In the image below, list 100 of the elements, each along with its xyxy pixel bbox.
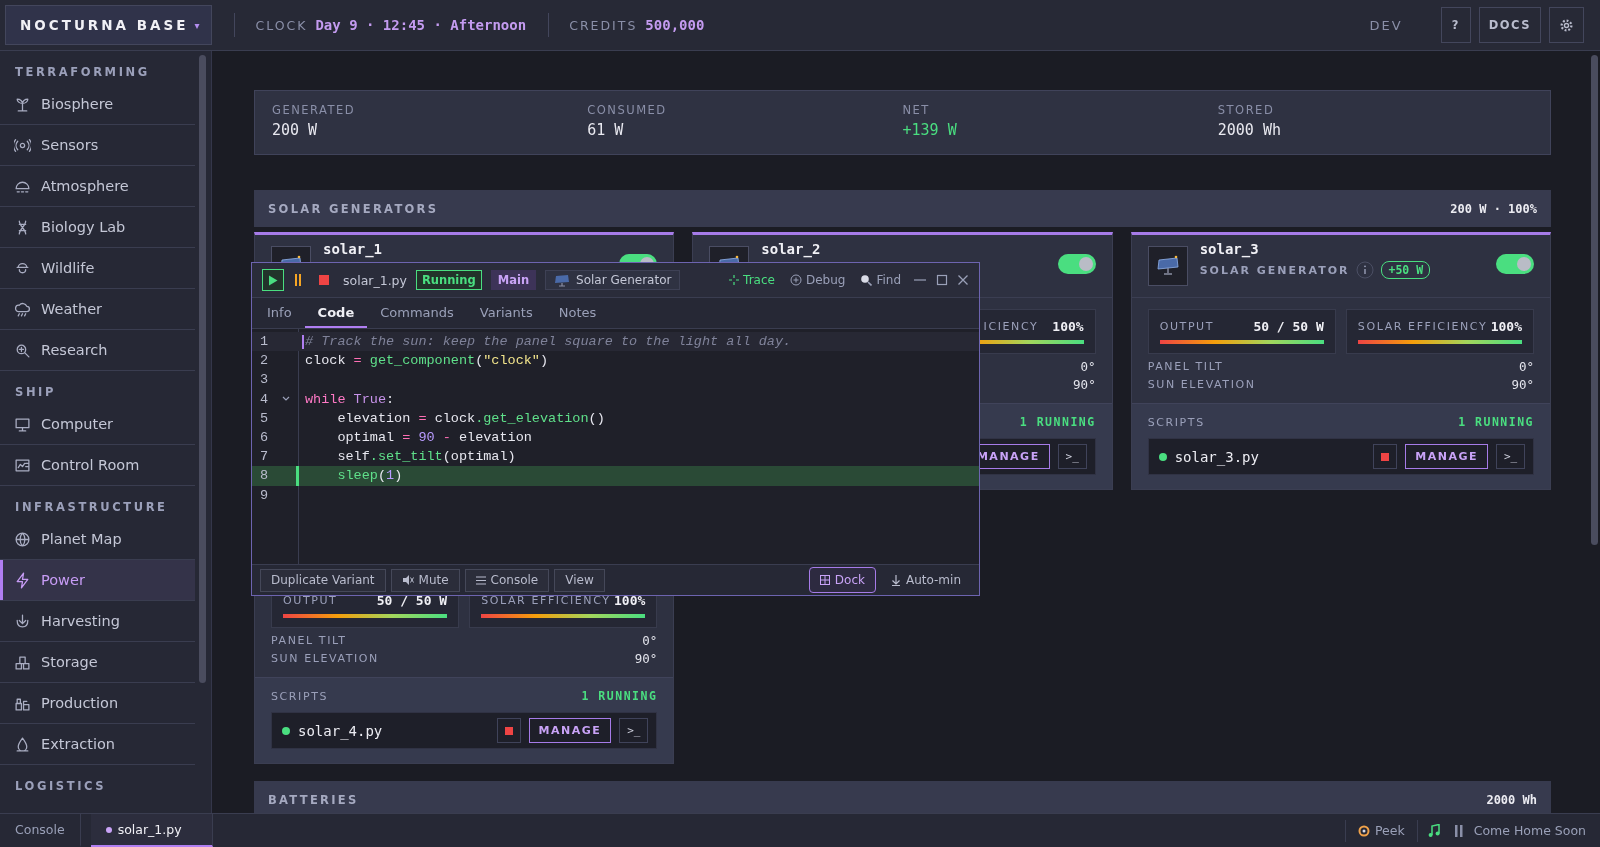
info-icon[interactable] <box>1356 261 1375 279</box>
stop-button[interactable] <box>1373 444 1398 469</box>
auto-minimize-button[interactable]: Auto-min <box>880 568 971 592</box>
reading-value: 0° <box>642 632 658 648</box>
line-number: 1 <box>259 334 270 350</box>
base-selector[interactable]: NOCTURNA BASE ▾ <box>5 5 213 45</box>
code-line: optimal = 90 - elevation <box>336 430 532 446</box>
script-filename: solar_1.py <box>343 272 407 288</box>
sidebar-item[interactable]: Storage <box>0 642 196 683</box>
stop-icon <box>504 726 513 735</box>
metric-value: 50 / 50 W <box>376 593 448 608</box>
stat-value: +139 W <box>902 121 957 139</box>
sidebar-item[interactable]: Wildlife <box>0 248 196 289</box>
sidebar-item[interactable]: Extraction <box>0 724 196 765</box>
stop-icon[interactable] <box>318 274 330 286</box>
maximize-icon[interactable] <box>936 274 948 286</box>
power-toggle[interactable] <box>1057 254 1096 274</box>
sidebar-item[interactable]: Computer <box>0 404 196 445</box>
generator-name: solar_2 <box>761 241 821 257</box>
line-number: 5 <box>259 410 270 426</box>
reading-value: 90° <box>634 650 658 666</box>
line-number: 9 <box>259 487 270 503</box>
console-button[interactable]: Console <box>464 568 550 592</box>
metric-value: 100% <box>614 593 646 608</box>
sidebar-item[interactable]: Atmosphere <box>0 166 196 207</box>
terminal-button[interactable]: >_ <box>619 718 649 743</box>
solar-panel-icon <box>1147 246 1188 286</box>
pause-icon[interactable] <box>293 273 303 287</box>
nav-icon <box>14 735 31 753</box>
editor-tab[interactable]: Info <box>254 298 305 328</box>
stat-label: GENERATED <box>272 103 356 117</box>
nav-icon <box>14 612 31 630</box>
metric-value: 100% <box>1490 319 1522 334</box>
manage-button[interactable]: MANAGE <box>528 718 612 743</box>
stat-value: 200 W <box>272 121 318 139</box>
editor-tab[interactable]: Notes <box>545 298 610 328</box>
bottom-tab[interactable]: Console <box>0 814 81 847</box>
line-number: 3 <box>259 372 270 388</box>
metric-value: 50 / 50 W <box>1253 319 1324 334</box>
terminal-button[interactable]: >_ <box>1057 444 1087 469</box>
sidebar-item[interactable]: Production <box>0 683 196 724</box>
stat-label: CONSUMED <box>587 103 667 117</box>
sidebar-item[interactable]: Biosphere <box>0 84 196 125</box>
find-button[interactable]: Find <box>857 273 904 287</box>
bottom-tab[interactable]: solar_1.py <box>90 814 213 847</box>
scripts-label: SCRIPTS <box>1147 415 1205 429</box>
generator-name: solar_3 <box>1199 241 1259 257</box>
script-name: solar_4.py <box>298 722 383 739</box>
settings-icon <box>1559 17 1574 33</box>
grid-icon <box>819 575 830 585</box>
crosshair-icon <box>729 275 740 285</box>
nav-icon <box>14 571 31 589</box>
sidebar-item[interactable]: Research <box>0 330 196 371</box>
section-heading: LOGISTICS <box>14 778 107 795</box>
section-heading: SHIP <box>14 384 56 401</box>
mode-label: DEV <box>1369 17 1403 33</box>
stop-icon <box>1381 452 1390 461</box>
line-number: 7 <box>259 449 270 465</box>
manage-button[interactable]: MANAGE <box>1405 444 1488 469</box>
stop-button[interactable] <box>496 718 521 743</box>
running-count: 1 RUNNING <box>1019 415 1096 429</box>
fold-chevron-icon[interactable] <box>282 396 290 403</box>
editor-tab[interactable]: Commands <box>367 298 467 328</box>
lines-icon <box>475 575 486 585</box>
sidebar-item[interactable]: Control Room <box>0 445 196 486</box>
reading-value: 90° <box>1073 376 1096 392</box>
debug-button[interactable]: Debug <box>786 273 849 287</box>
editor-tab[interactable]: Code <box>304 298 368 328</box>
footer-button[interactable]: View <box>554 568 605 592</box>
code-line: elevation = clock.get_elevation() <box>336 410 605 426</box>
running-dot-icon <box>282 726 290 735</box>
run-button[interactable] <box>262 269 284 291</box>
sidebar-item[interactable]: Biology Lab <box>0 207 196 248</box>
metric-label: OUTPUT <box>283 594 338 607</box>
credits-label: CREDITS <box>569 17 638 33</box>
running-count: 1 RUNNING <box>1458 415 1534 429</box>
reading-value: 90° <box>1511 376 1534 392</box>
pause-icon[interactable] <box>1453 823 1464 838</box>
sidebar-item[interactable]: Power <box>0 560 196 601</box>
power-toggle[interactable] <box>1496 254 1534 274</box>
sidebar-item[interactable]: Weather <box>0 289 196 330</box>
sidebar-item[interactable]: Sensors <box>0 125 196 166</box>
scrollbar-thumb[interactable] <box>1591 55 1598 545</box>
component-chip: Solar Generator <box>545 270 681 290</box>
peek-button[interactable]: Peek <box>1356 823 1407 838</box>
scrollbar-thumb[interactable] <box>199 55 207 683</box>
footer-button[interactable]: Duplicate Variant <box>260 568 386 592</box>
sidebar-item[interactable]: Harvesting <box>0 601 196 642</box>
settings-button[interactable] <box>1549 7 1584 43</box>
editor-tab[interactable]: Variants <box>466 298 546 328</box>
close-icon[interactable] <box>957 274 969 286</box>
mute-button[interactable]: Mute <box>390 568 460 592</box>
docs-button[interactable]: DOCS <box>1478 7 1541 43</box>
scripts-label: SCRIPTS <box>271 689 329 703</box>
trace-button[interactable]: Trace <box>726 273 778 287</box>
help-button[interactable]: ? <box>1440 7 1471 43</box>
dock-button[interactable]: Dock <box>808 567 876 593</box>
terminal-button[interactable]: >_ <box>1496 444 1525 469</box>
section-summary: 2000 Wh <box>1486 792 1537 807</box>
search-icon <box>860 274 873 286</box>
